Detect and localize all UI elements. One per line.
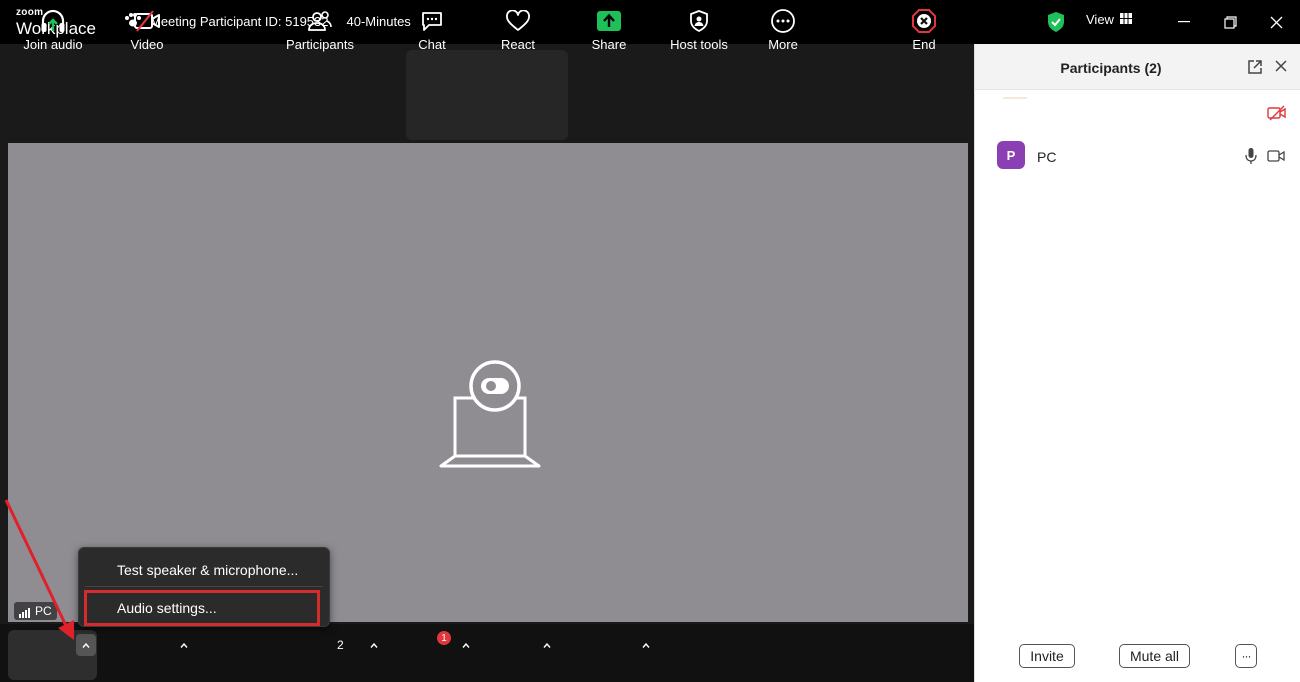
host-tools-button[interactable]: Host tools: [664, 0, 734, 58]
participants-panel: Participants (2) P PC Invite Mute all ··…: [974, 44, 1300, 682]
close-panel-icon[interactable]: [1274, 59, 1288, 78]
pop-out-icon[interactable]: [1247, 59, 1263, 80]
invite-button[interactable]: Invite: [1019, 644, 1075, 668]
end-label: End: [912, 37, 936, 52]
chat-label: Chat: [418, 37, 446, 52]
title-bar: zoom Workplace Meeting Participant ID: 5…: [0, 0, 1300, 44]
end-x-icon: [911, 0, 937, 36]
truncated-participant-row: [1003, 97, 1027, 99]
zoom-window: zoom Workplace Meeting Participant ID: 5…: [0, 0, 1300, 682]
share-options-caret-icon[interactable]: [636, 634, 656, 656]
share-button[interactable]: Share: [584, 0, 634, 58]
heart-icon: [505, 0, 531, 36]
more-button[interactable]: More: [758, 0, 808, 58]
more-dots-icon: [770, 0, 796, 36]
participant-count: 2: [337, 638, 344, 652]
headphones-icon: [40, 0, 66, 36]
chat-icon: [420, 0, 444, 36]
join-audio-button[interactable]: Join audio: [14, 0, 92, 58]
chat-options-caret-icon[interactable]: [456, 634, 476, 656]
video-off-icon[interactable]: [1267, 105, 1287, 126]
meeting-stage: PC: [0, 44, 974, 624]
participant-name: PC: [1037, 149, 1057, 165]
close-icon[interactable]: [1264, 10, 1288, 34]
panel-more-button[interactable]: ···: [1235, 644, 1257, 668]
meeting-toolbar: [0, 624, 974, 682]
annotation-highlight-box: [84, 590, 320, 626]
minimize-icon[interactable]: [1172, 10, 1196, 34]
host-tools-label: Host tools: [670, 37, 728, 52]
view-label: View: [1086, 12, 1114, 27]
participants-label: Participants: [286, 37, 354, 52]
video-options-caret-icon[interactable]: [174, 634, 194, 656]
participant-row[interactable]: P PC: [975, 140, 1300, 172]
menu-divider: [85, 586, 323, 587]
host-shield-icon: [689, 0, 709, 36]
video-label: Video: [130, 37, 164, 52]
mute-all-button[interactable]: Mute all: [1119, 644, 1190, 668]
restore-icon[interactable]: [1218, 10, 1242, 34]
microphone-icon[interactable]: [1245, 147, 1257, 170]
shield-icon[interactable]: [1046, 11, 1066, 38]
camera-off-placeholder-icon: [435, 356, 545, 473]
join-audio-label: Join audio: [23, 37, 83, 52]
participants-options-caret-icon[interactable]: [364, 634, 384, 656]
video-button[interactable]: Video: [116, 0, 178, 58]
participants-icon: [308, 0, 332, 36]
view-button[interactable]: View: [1086, 12, 1132, 27]
panel-header: Participants (2): [975, 44, 1300, 90]
chat-button[interactable]: Chat: [406, 0, 458, 58]
react-options-caret-icon[interactable]: [537, 634, 557, 656]
react-label: React: [501, 37, 535, 52]
annotation-arrow: [4, 499, 74, 640]
share-screen-icon: [596, 0, 622, 36]
end-meeting-button[interactable]: End: [904, 0, 944, 58]
grid-icon: [1119, 12, 1132, 27]
panel-title: Participants (2): [1060, 60, 1162, 76]
react-button[interactable]: React: [492, 0, 544, 58]
video-camera-icon[interactable]: [1267, 149, 1285, 168]
share-label: Share: [591, 37, 627, 52]
menu-item-test-speaker-microphone[interactable]: Test speaker & microphone...: [117, 562, 298, 578]
self-view-thumbnail[interactable]: [406, 50, 568, 140]
video-off-icon: [133, 0, 161, 36]
participants-button[interactable]: Participants: [280, 0, 360, 58]
more-label: More: [768, 37, 798, 52]
chat-unread-badge: 1: [436, 630, 452, 646]
avatar: P: [997, 141, 1025, 169]
